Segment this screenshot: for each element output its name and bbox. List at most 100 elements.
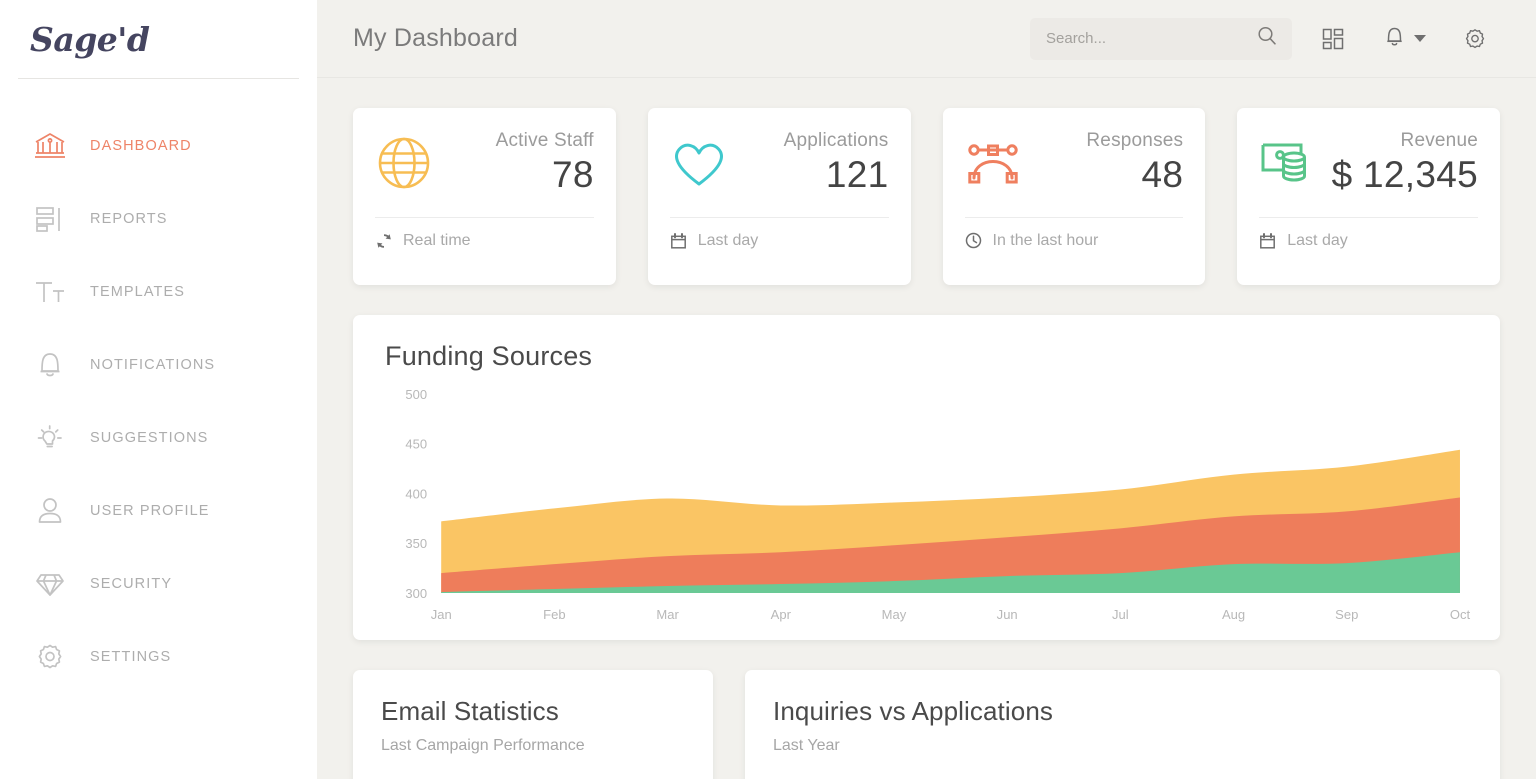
sidebar-item-templates[interactable]: TEMPLATES bbox=[0, 255, 317, 328]
card-subtitle: Last Year bbox=[773, 737, 1472, 755]
sidebar-item-security[interactable]: SECURITY bbox=[0, 547, 317, 620]
sidebar-item-label: SUGGESTIONS bbox=[90, 430, 208, 446]
bell-icon bbox=[30, 345, 70, 385]
sidebar-item-label: REPORTS bbox=[90, 211, 168, 227]
stat-card-footer: Real time bbox=[375, 232, 594, 250]
globe-icon bbox=[375, 134, 437, 192]
y-axis-tick: 400 bbox=[405, 487, 427, 502]
calendar-icon bbox=[670, 232, 692, 250]
x-axis-tick: Jul bbox=[1112, 607, 1129, 622]
stat-card-footer: Last day bbox=[670, 232, 889, 250]
stat-card-label: Active Staff bbox=[496, 130, 594, 152]
stat-card-text: Applications 121 bbox=[784, 130, 889, 197]
money-coins-icon bbox=[1259, 138, 1321, 188]
user-icon bbox=[30, 491, 70, 531]
lightbulb-icon bbox=[30, 418, 70, 458]
x-axis-tick: May bbox=[882, 607, 907, 622]
sidebar-item-label: DASHBOARD bbox=[90, 138, 192, 154]
sidebar-item-suggestions[interactable]: SUGGESTIONS bbox=[0, 401, 317, 474]
stat-card-top: Active Staff 78 bbox=[375, 130, 594, 197]
stat-card-responses[interactable]: Responses 48 In the last hour bbox=[943, 108, 1206, 285]
sidebar-item-notifications[interactable]: NOTIFICATIONS bbox=[0, 328, 317, 401]
diamond-icon bbox=[30, 564, 70, 604]
stat-card-top: Revenue $ 12,345 bbox=[1259, 130, 1478, 197]
chart-title: Funding Sources bbox=[369, 341, 1472, 372]
app-root: Sage'd DASHBOARD bbox=[0, 0, 1536, 779]
stat-card-text: Revenue $ 12,345 bbox=[1332, 130, 1478, 197]
stat-card-top: Responses 48 bbox=[965, 130, 1184, 197]
x-axis-tick: Feb bbox=[543, 607, 565, 622]
grid-apps-icon[interactable] bbox=[1310, 16, 1356, 62]
sidebar-item-label: NOTIFICATIONS bbox=[90, 357, 215, 373]
stat-card-label: Responses bbox=[1086, 130, 1183, 152]
sidebar-item-user-profile[interactable]: USER PROFILE bbox=[0, 474, 317, 547]
stat-card-top: Applications 121 bbox=[670, 130, 889, 197]
stat-card-value: 121 bbox=[784, 154, 889, 197]
calendar-icon bbox=[1259, 232, 1281, 250]
divider bbox=[965, 217, 1184, 218]
divider bbox=[1259, 217, 1478, 218]
brand-logo[interactable]: Sage'd bbox=[0, 0, 317, 78]
report-list-icon bbox=[30, 199, 70, 239]
y-axis-tick: 350 bbox=[405, 536, 427, 551]
stat-card-label: Revenue bbox=[1332, 130, 1478, 152]
main-area: My Dashboard bbox=[317, 0, 1536, 779]
y-axis-tick: 450 bbox=[405, 437, 427, 452]
stat-card-footer-label: Real time bbox=[403, 232, 471, 250]
area-chart-svg: 300 350 400 450 500 Jan Feb Mar Apr May Jun Jul Aug S… bbox=[369, 386, 1472, 631]
divider bbox=[670, 217, 889, 218]
x-axis-tick: Mar bbox=[656, 607, 679, 622]
stats-row: Active Staff 78 bbox=[353, 108, 1500, 285]
inquiries-vs-applications-card: Inquiries vs Applications Last Year bbox=[745, 670, 1500, 779]
x-axis-tick: Oct bbox=[1450, 607, 1471, 622]
search-input[interactable] bbox=[1046, 30, 1256, 47]
sidebar-item-label: TEMPLATES bbox=[90, 284, 185, 300]
stat-card-revenue[interactable]: Revenue $ 12,345 Last bbox=[1237, 108, 1500, 285]
stat-card-footer: In the last hour bbox=[965, 232, 1184, 250]
sidebar-item-settings[interactable]: SETTINGS bbox=[0, 620, 317, 693]
sidebar-nav: DASHBOARD REPORTS bbox=[0, 79, 317, 693]
content-area: Active Staff 78 bbox=[317, 78, 1536, 779]
funding-sources-chart: 300 350 400 450 500 Jan Feb Mar Apr May Jun Jul Aug S… bbox=[369, 386, 1472, 631]
clock-icon bbox=[965, 232, 987, 249]
stat-card-text: Active Staff 78 bbox=[496, 130, 594, 197]
text-format-icon bbox=[30, 272, 70, 312]
bezier-path-icon bbox=[965, 137, 1027, 189]
x-axis-tick: Aug bbox=[1222, 607, 1245, 622]
email-statistics-card: Email Statistics Last Campaign Performan… bbox=[353, 670, 713, 779]
x-axis-tick: Jan bbox=[431, 607, 452, 622]
sidebar-item-label: USER PROFILE bbox=[90, 503, 210, 519]
notifications-menu[interactable] bbox=[1384, 25, 1426, 53]
brand-logo-text: Sage'd bbox=[30, 20, 149, 59]
stat-card-active-staff[interactable]: Active Staff 78 bbox=[353, 108, 616, 285]
x-axis-tick: Apr bbox=[771, 607, 792, 622]
funding-sources-card: Funding Sources 300 350 400 450 500 Jan Feb Mar… bbox=[353, 315, 1500, 640]
y-axis-tick: 300 bbox=[405, 586, 427, 601]
y-axis-tick: 500 bbox=[405, 387, 427, 402]
sidebar-item-dashboard[interactable]: DASHBOARD bbox=[0, 109, 317, 182]
gear-icon bbox=[30, 637, 70, 677]
divider bbox=[375, 217, 594, 218]
chevron-down-icon[interactable] bbox=[1414, 35, 1426, 42]
top-bar-actions bbox=[1030, 16, 1498, 62]
bank-icon bbox=[30, 126, 70, 166]
stat-card-value: 78 bbox=[496, 154, 594, 197]
card-title: Email Statistics bbox=[381, 696, 685, 727]
stat-card-text: Responses 48 bbox=[1086, 130, 1183, 197]
x-axis-tick: Jun bbox=[997, 607, 1018, 622]
sidebar-item-label: SECURITY bbox=[90, 576, 172, 592]
card-title: Inquiries vs Applications bbox=[773, 696, 1472, 727]
stat-card-applications[interactable]: Applications 121 Last bbox=[648, 108, 911, 285]
bell-icon[interactable] bbox=[1384, 25, 1405, 53]
stat-card-footer: Last day bbox=[1259, 232, 1478, 250]
settings-gear-icon[interactable] bbox=[1452, 16, 1498, 62]
search-box[interactable] bbox=[1030, 18, 1292, 60]
refresh-icon bbox=[375, 232, 397, 250]
stat-card-footer-label: In the last hour bbox=[993, 232, 1099, 250]
x-axis-tick: Sep bbox=[1335, 607, 1358, 622]
stat-card-footer-label: Last day bbox=[698, 232, 758, 250]
sidebar-item-reports[interactable]: REPORTS bbox=[0, 182, 317, 255]
search-icon[interactable] bbox=[1256, 25, 1278, 52]
card-subtitle: Last Campaign Performance bbox=[381, 737, 685, 755]
sidebar: Sage'd DASHBOARD bbox=[0, 0, 317, 779]
